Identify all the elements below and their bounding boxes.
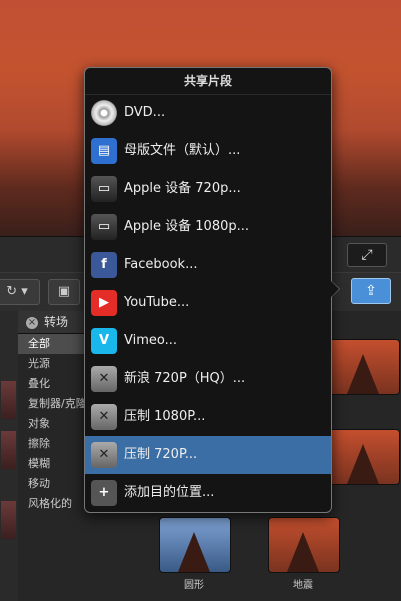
share-item-add-destination[interactable]: + 添加目的位置...	[85, 474, 331, 512]
share-item-label: Vimeo...	[124, 333, 178, 348]
dvd-icon	[91, 100, 117, 126]
share-item-compress-720p[interactable]: ✕ 压制 720P...	[85, 436, 331, 474]
share-item-apple-1080p[interactable]: ▭ Apple 设备 1080p...	[85, 208, 331, 246]
tree-graphic	[178, 532, 210, 572]
share-item-facebook[interactable]: f Facebook...	[85, 246, 331, 284]
close-icon[interactable]: ×	[26, 316, 38, 329]
share-item-label: 新浪 720P（HQ）...	[124, 371, 246, 386]
share-item-label: Facebook...	[124, 257, 198, 272]
transition-thumbnail[interactable]	[328, 429, 400, 485]
add-destination-icon: +	[91, 480, 117, 506]
retime-button[interactable]: ↻ ▾	[0, 279, 40, 305]
vimeo-icon: V	[91, 328, 117, 354]
clip-thumbnail[interactable]	[1, 501, 16, 539]
share-button[interactable]: ⇪	[351, 278, 391, 304]
fullscreen-icon: ⤢	[361, 247, 373, 263]
facebook-icon: f	[91, 252, 117, 278]
share-item-label: YouTube...	[124, 295, 190, 310]
transition-thumbnail-earthquake[interactable]	[268, 517, 340, 573]
thumbnail-caption: 地震	[293, 580, 313, 591]
share-item-label: 压制 1080P...	[124, 409, 206, 424]
clip-thumbnail[interactable]	[1, 431, 16, 469]
share-item-label: Apple 设备 720p...	[124, 181, 241, 196]
youtube-icon: ▶	[91, 290, 117, 316]
apple-device-icon: ▭	[91, 214, 117, 240]
share-icon: ⇪	[365, 283, 377, 299]
share-item-youtube[interactable]: ▶ YouTube...	[85, 284, 331, 322]
share-item-dvd[interactable]: DVD...	[85, 94, 331, 132]
share-item-label: 母版文件（默认）...	[124, 143, 241, 158]
share-item-label: 压制 720P...	[124, 447, 198, 462]
transition-thumbnail[interactable]	[328, 339, 400, 395]
fullscreen-button[interactable]: ⤢	[347, 243, 387, 267]
compressor-icon: ✕	[91, 404, 117, 430]
share-popover: 共享片段 DVD... ▤ 母版文件（默认）... ▭ Apple 设备 720…	[84, 67, 332, 513]
share-item-apple-720p[interactable]: ▭ Apple 设备 720p...	[85, 170, 331, 208]
tree-graphic	[347, 444, 379, 484]
share-item-master-file[interactable]: ▤ 母版文件（默认）...	[85, 132, 331, 170]
share-item-vimeo[interactable]: V Vimeo...	[85, 322, 331, 360]
retime-icon: ↻ ▾	[6, 284, 28, 299]
tree-graphic	[287, 532, 319, 572]
thumbnail-caption: 圆形	[184, 580, 204, 591]
share-item-sina-720p[interactable]: ✕ 新浪 720P（HQ）...	[85, 360, 331, 398]
browser-title: 转场	[44, 315, 69, 329]
clip-strip	[0, 311, 19, 601]
media-import-button[interactable]: ▣	[48, 279, 80, 305]
transition-thumbnail-circle[interactable]	[159, 517, 231, 573]
popover-arrow-inner	[329, 279, 339, 299]
popover-title: 共享片段	[85, 68, 331, 95]
compressor-icon: ✕	[91, 366, 117, 392]
share-item-label: 添加目的位置...	[124, 485, 215, 500]
clip-thumbnail[interactable]	[1, 381, 16, 419]
filmstrip-icon: ▣	[57, 284, 71, 299]
share-item-label: DVD...	[124, 105, 166, 120]
tree-graphic	[347, 354, 379, 394]
master-file-icon: ▤	[91, 138, 117, 164]
apple-device-icon: ▭	[91, 176, 117, 202]
compressor-icon: ✕	[91, 442, 117, 468]
share-item-label: Apple 设备 1080p...	[124, 219, 250, 234]
share-item-compress-1080p[interactable]: ✕ 压制 1080P...	[85, 398, 331, 436]
